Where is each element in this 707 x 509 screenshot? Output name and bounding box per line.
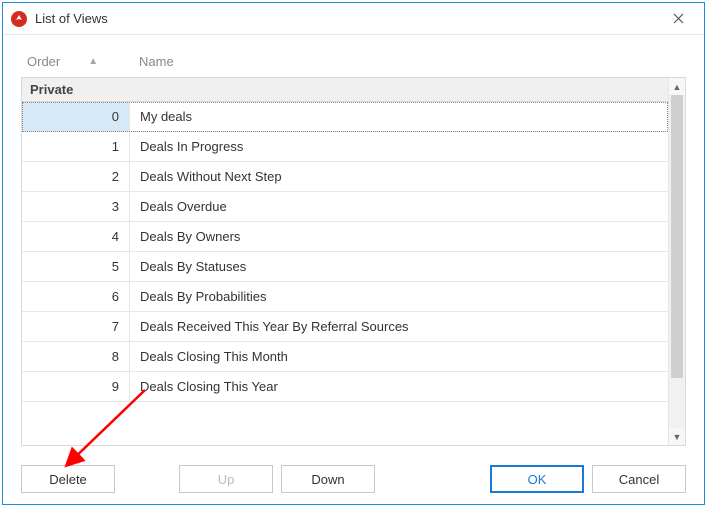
cell-order: 6 [22, 282, 130, 311]
cell-name: Deals Overdue [130, 192, 668, 221]
column-header-order-label: Order [27, 54, 60, 69]
close-button[interactable] [660, 7, 696, 31]
cell-order: 2 [22, 162, 130, 191]
table-row[interactable]: 5Deals By Statuses [22, 252, 668, 282]
cell-name: Deals By Owners [130, 222, 668, 251]
cell-name: Deals Closing This Month [130, 342, 668, 371]
scroll-thumb[interactable] [671, 95, 683, 378]
table-row[interactable]: 9Deals Closing This Year [22, 372, 668, 402]
table-row[interactable]: 7Deals Received This Year By Referral So… [22, 312, 668, 342]
cell-name: Deals Closing This Year [130, 372, 668, 401]
cell-order: 3 [22, 192, 130, 221]
table-row[interactable]: 2Deals Without Next Step [22, 162, 668, 192]
ok-button[interactable]: OK [490, 465, 584, 493]
cell-name: Deals By Probabilities [130, 282, 668, 311]
cell-order: 9 [22, 372, 130, 401]
cell-name: My deals [130, 102, 668, 131]
cancel-button[interactable]: Cancel [592, 465, 686, 493]
cell-order: 1 [22, 132, 130, 161]
table-row[interactable]: 6Deals By Probabilities [22, 282, 668, 312]
window-title: List of Views [35, 11, 660, 26]
table-row[interactable]: 4Deals By Owners [22, 222, 668, 252]
scroll-down-button[interactable]: ▼ [669, 428, 685, 445]
group-header-private[interactable]: Private [22, 78, 668, 102]
up-button[interactable]: Up [179, 465, 273, 493]
close-icon [673, 13, 684, 24]
table-row[interactable]: 8Deals Closing This Month [22, 342, 668, 372]
cell-order: 8 [22, 342, 130, 371]
button-bar: Delete Up Down OK Cancel [3, 454, 704, 504]
scroll-track[interactable] [669, 95, 685, 428]
table-row[interactable]: 1Deals In Progress [22, 132, 668, 162]
views-grid: Private 0My deals1Deals In Progress2Deal… [22, 78, 668, 445]
sort-asc-icon: ▲ [88, 56, 98, 67]
list-of-views-dialog: List of Views Order ▲ Name Private 0My d… [2, 2, 705, 505]
delete-button[interactable]: Delete [21, 465, 115, 493]
cell-order: 4 [22, 222, 130, 251]
cell-order: 7 [22, 312, 130, 341]
column-header-order[interactable]: Order ▲ [21, 54, 129, 69]
table-row[interactable]: 3Deals Overdue [22, 192, 668, 222]
app-icon [11, 11, 27, 27]
cell-order: 0 [22, 102, 130, 131]
scroll-up-button[interactable]: ▲ [669, 78, 685, 95]
table-row[interactable]: 0My deals [22, 102, 668, 132]
cell-name: Deals Received This Year By Referral Sou… [130, 312, 668, 341]
column-header-name-label: Name [139, 54, 174, 69]
column-headers: Order ▲ Name [21, 49, 686, 77]
grid-container: Private 0My deals1Deals In Progress2Deal… [21, 77, 686, 446]
column-header-name[interactable]: Name [129, 54, 686, 69]
titlebar: List of Views [3, 3, 704, 35]
cell-order: 5 [22, 252, 130, 281]
cell-name: Deals In Progress [130, 132, 668, 161]
dialog-content: Order ▲ Name Private 0My deals1Deals In … [3, 35, 704, 454]
cell-name: Deals Without Next Step [130, 162, 668, 191]
down-button[interactable]: Down [281, 465, 375, 493]
vertical-scrollbar[interactable]: ▲ ▼ [668, 78, 685, 445]
cell-name: Deals By Statuses [130, 252, 668, 281]
